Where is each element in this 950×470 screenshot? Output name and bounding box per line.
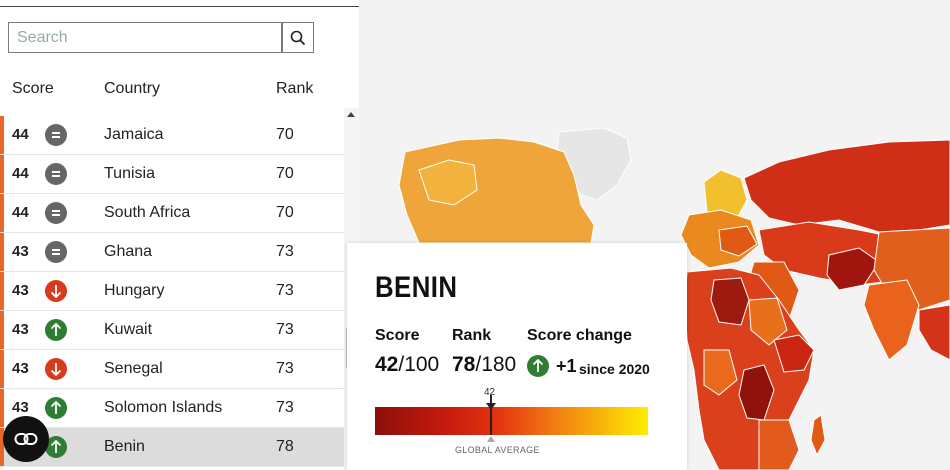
row-country: Ghana — [104, 243, 153, 260]
search-field[interactable] — [8, 22, 282, 53]
global-average-label: GLOBAL AVERAGE — [455, 445, 540, 455]
card-change-value: +1 — [556, 356, 577, 376]
row-score: 43 — [12, 243, 29, 260]
score-down-icon — [45, 280, 67, 302]
table-row[interactable]: 43 Ghana 73 — [0, 233, 344, 272]
score-up-icon — [45, 397, 67, 419]
top-divider — [0, 6, 359, 7]
row-color-bar — [0, 194, 4, 232]
row-color-bar — [0, 272, 4, 310]
no-change-icon — [45, 163, 67, 185]
card-country-name: BENIN — [375, 271, 458, 304]
score-marker — [490, 395, 492, 435]
table-row[interactable]: 43 Senegal 73 — [0, 350, 344, 389]
score-up-icon — [527, 355, 549, 377]
row-country: Solomon Islands — [104, 399, 223, 416]
row-color-bar — [0, 311, 4, 349]
column-header-rank[interactable]: Rank — [276, 80, 313, 98]
scroll-up-arrow[interactable] — [347, 112, 355, 117]
column-header-score[interactable]: Score — [12, 80, 54, 98]
row-country: South Africa — [104, 204, 191, 221]
row-country: Jamaica — [104, 126, 164, 143]
row-color-bar — [0, 389, 4, 427]
row-country: Tunisia — [104, 165, 155, 182]
table-row[interactable]: 43 Hungary 73 — [0, 272, 344, 311]
sidebar: Score Country Rank 44 Jamaica 70 44 Tunisia 7… — [0, 0, 359, 470]
row-score: 43 — [12, 321, 29, 338]
column-header-country[interactable]: Country — [104, 80, 160, 98]
country-detail-card: BENIN Score Rank Score change 42/100 78/… — [347, 243, 687, 470]
table-row[interactable]: Benin 78 — [0, 428, 344, 467]
marker-triangle — [486, 403, 496, 410]
row-rank: 70 — [276, 204, 294, 221]
table-row[interactable]: 44 Tunisia 70 — [0, 155, 344, 194]
table-row[interactable]: 43 Solomon Islands 73 — [0, 389, 344, 428]
row-country: Kuwait — [104, 321, 153, 338]
row-score: 43 — [12, 360, 29, 377]
card-change-label: Score change — [527, 327, 632, 344]
search-icon — [290, 30, 306, 45]
card-score-label: Score — [375, 327, 420, 344]
no-change-icon — [45, 124, 67, 146]
row-country: Hungary — [104, 282, 165, 299]
row-color-bar — [0, 155, 4, 193]
row-color-bar — [0, 350, 4, 388]
row-rank: 70 — [276, 126, 294, 143]
row-rank: 73 — [276, 399, 294, 416]
row-rank: 78 — [276, 438, 294, 455]
score-up-icon — [45, 319, 67, 341]
search-input[interactable] — [9, 23, 281, 52]
country-list: 44 Jamaica 70 44 Tunisia 70 44 South Africa 70 43… — [0, 108, 344, 470]
search-button[interactable] — [282, 22, 314, 53]
table-row[interactable]: 44 Jamaica 70 — [0, 116, 344, 155]
no-change-icon — [45, 241, 67, 263]
card-rank-label: Rank — [452, 327, 492, 344]
row-score: 43 — [12, 282, 29, 299]
row-color-bar — [0, 233, 4, 271]
score-down-icon — [45, 358, 67, 380]
row-country: Senegal — [104, 360, 163, 377]
row-score: 43 — [12, 399, 29, 416]
table-row[interactable]: 44 South Africa 70 — [0, 194, 344, 233]
table-row[interactable]: 43 Kuwait 73 — [0, 311, 344, 350]
row-country: Benin — [104, 438, 145, 455]
row-score: 44 — [12, 126, 29, 143]
no-change-icon — [45, 202, 67, 224]
row-color-bar — [0, 116, 4, 154]
row-rank: 73 — [276, 282, 294, 299]
card-rank-value: 78/180 — [452, 353, 517, 376]
link-icon — [14, 433, 38, 445]
global-average-indicator — [487, 436, 495, 442]
score-gradient-bar — [375, 407, 648, 435]
row-score: 44 — [12, 204, 29, 221]
row-score: 44 — [12, 165, 29, 182]
row-rank: 73 — [276, 321, 294, 338]
row-rank: 73 — [276, 243, 294, 260]
row-rank: 73 — [276, 360, 294, 377]
card-score-value: 42/100 — [375, 353, 440, 376]
card-since-label: since 2020 — [579, 361, 650, 377]
link-button[interactable] — [3, 416, 49, 462]
row-rank: 70 — [276, 165, 294, 182]
